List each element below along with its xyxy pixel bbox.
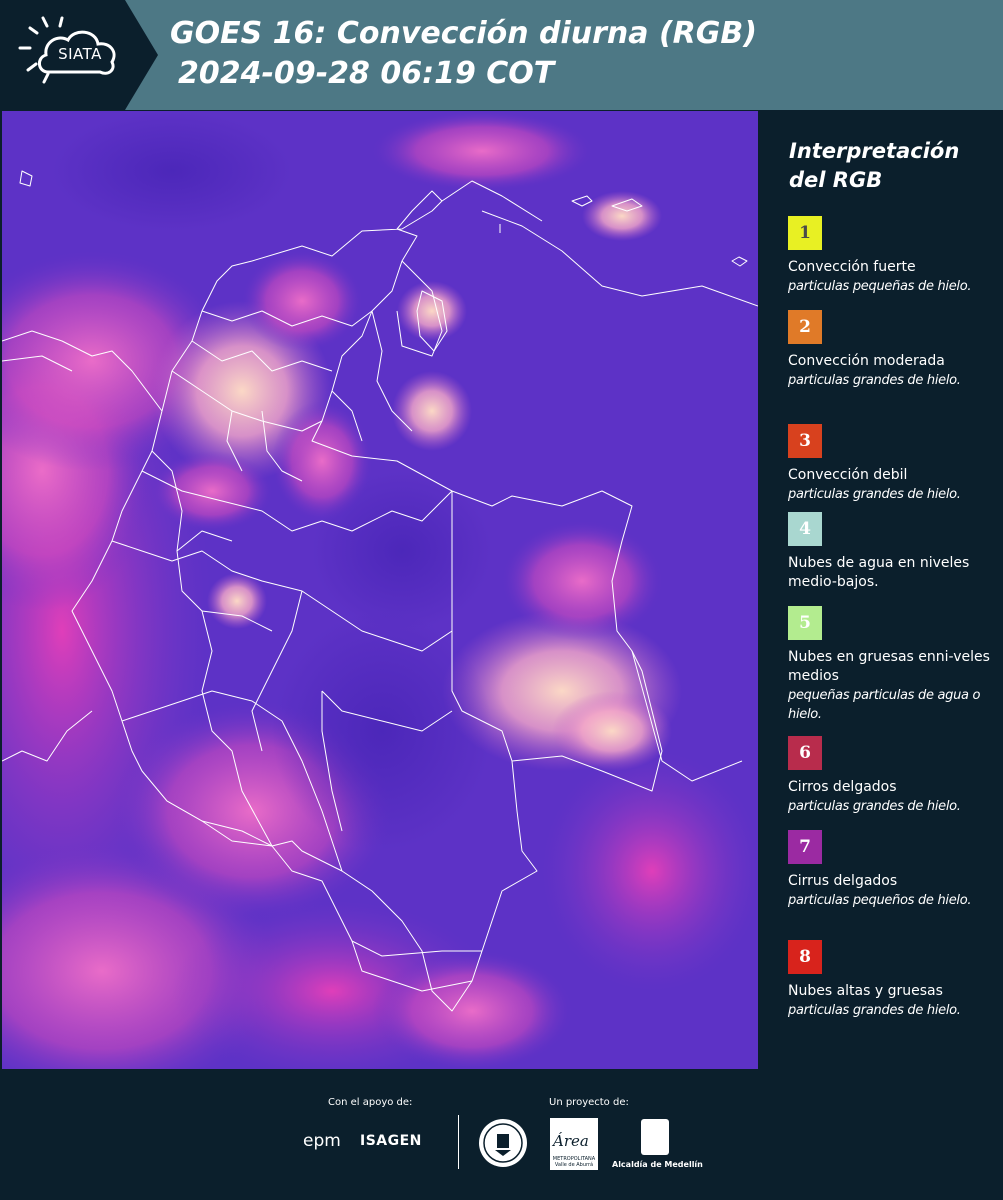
legend-swatch: 7: [788, 830, 822, 864]
legend-swatch: 1: [788, 216, 822, 250]
project-label: Un proyecto de:: [549, 1097, 629, 1108]
legend-item-6: 6 Cirros delgados particulas grandes de hi…: [788, 736, 998, 816]
legend-swatch: 8: [788, 940, 822, 974]
legend-item-sub: particulas pequeños de hielo.: [788, 893, 972, 908]
legend-item-2: 2 Convección moderada particulas grandes d…: [788, 310, 998, 390]
legend-swatch: 4: [788, 512, 822, 546]
university-seal-icon: [479, 1119, 527, 1167]
legend-item-7: 7 Cirrus delgados particulas pequeños de h…: [788, 830, 998, 910]
legend-item-3: 3 Convección debil particulas grandes de h…: [788, 424, 998, 504]
epm-logo: epm: [303, 1131, 341, 1151]
legend-panel: Interpretación del RGB 1 Convección fuert…: [760, 111, 1003, 1069]
legend-item-1: 1 Convección fuerte particulas pequeñas de…: [788, 216, 998, 296]
area-metropolitana-subtext: METROPOLITANA Valle de Aburrá: [552, 1156, 596, 1168]
legend-item-sub: particulas pequeñas de hielo.: [788, 279, 972, 294]
legend-item-4: 4 Nubes de agua en niveles medio-bajos.: [788, 512, 998, 592]
support-label: Con el apoyo de:: [328, 1097, 413, 1108]
legend-item-sub: particulas grandes de hielo.: [788, 373, 961, 388]
siata-logo: SIATA: [0, 0, 158, 110]
page-timestamp: 2024-09-28 06:19 COT: [178, 56, 555, 91]
page-title: GOES 16: Convección diurna (RGB): [170, 16, 757, 51]
legend-item-label: Convección fuerte: [788, 259, 916, 275]
legend-item-sub: pequeñas particulas de agua o hielo.: [788, 688, 981, 722]
footer: Con el apoyo de: Un proyecto de: epm ISA…: [0, 1070, 1003, 1200]
legend-swatch: 3: [788, 424, 822, 458]
legend-title-line2: del RGB: [789, 168, 883, 192]
satellite-rgb-image: [2, 111, 758, 1069]
legend-title: Interpretación del RGB: [789, 137, 989, 195]
legend-item-sub: particulas grandes de hielo.: [788, 487, 961, 502]
legend-item-sub: particulas grandes de hielo.: [788, 1003, 961, 1018]
legend-item-5: 5 Nubes en gruesas enni-veles medios peque…: [788, 606, 998, 724]
area-metropolitana-text: Área: [553, 1132, 589, 1150]
legend-title-line1: Interpretación: [789, 139, 960, 163]
alcaldia-medellin-label: Alcaldía de Medellín: [612, 1160, 703, 1169]
legend-item-label: Cirros delgados: [788, 779, 897, 795]
legend-item-label: Nubes altas y gruesas: [788, 983, 943, 999]
legend-item-label: Convección moderada: [788, 353, 945, 369]
legend-item-label: Convección debil: [788, 467, 908, 483]
legend-swatch: 5: [788, 606, 822, 640]
header-bar: SIATA GOES 16: Convección diurna (RGB) 2…: [0, 0, 1003, 110]
siata-logo-text: SIATA: [58, 45, 102, 63]
satellite-map: [2, 111, 758, 1069]
legend-item-label: Cirrus delgados: [788, 873, 898, 889]
legend-swatch: 6: [788, 736, 822, 770]
isagen-logo: ISAGEN: [360, 1133, 422, 1149]
legend-swatch: 2: [788, 310, 822, 344]
footer-divider: [458, 1115, 459, 1169]
legend-item-label: Nubes de agua en niveles medio-bajos.: [788, 555, 970, 590]
legend-item-8: 8 Nubes altas y gruesas particulas grandes…: [788, 940, 998, 1020]
medellin-crest-icon: [641, 1119, 669, 1155]
legend-item-label: Nubes en gruesas enni-veles medios: [788, 649, 990, 684]
legend-item-sub: particulas grandes de hielo.: [788, 799, 961, 814]
